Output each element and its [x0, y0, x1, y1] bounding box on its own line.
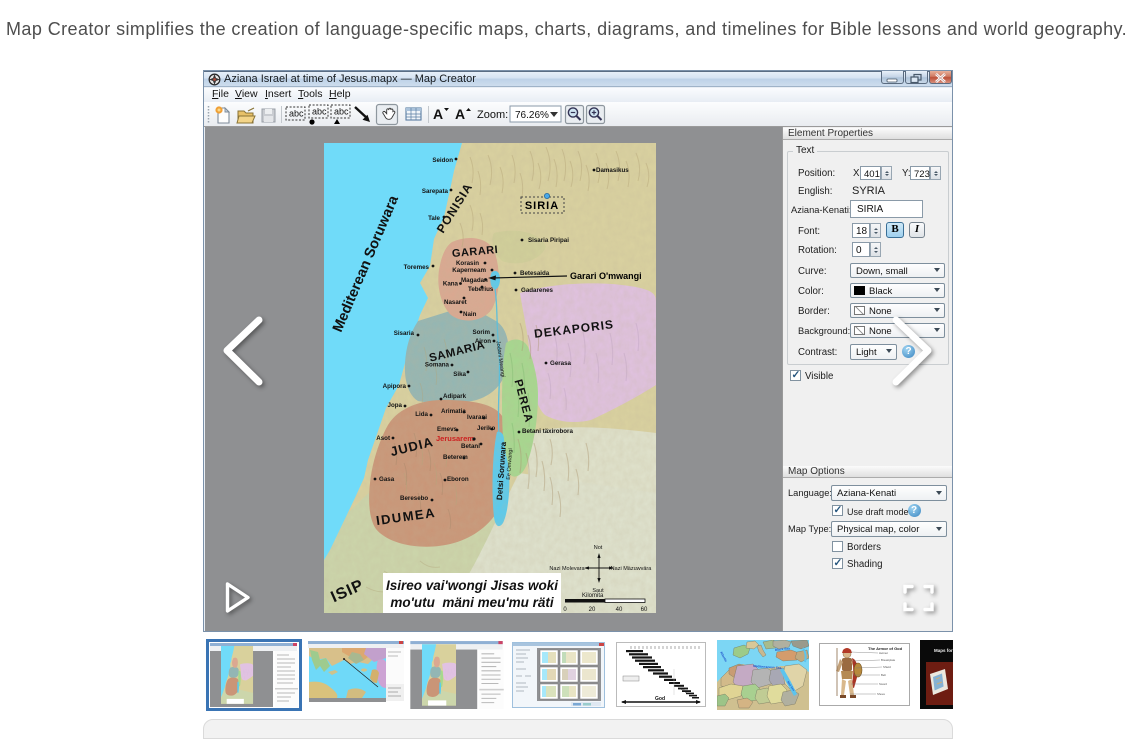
- svg-text:Asot: Asot: [376, 435, 390, 442]
- svg-text:Gerasa: Gerasa: [550, 360, 572, 367]
- svg-text:Lida: Lida: [415, 411, 428, 418]
- svg-text:Shield: Shield: [883, 665, 891, 669]
- svg-text:Kilomita: Kilomita: [582, 593, 604, 599]
- svg-text:Shoes: Shoes: [877, 692, 886, 696]
- svg-text:Nasaret: Nasaret: [444, 299, 467, 306]
- svg-text:A: A: [455, 106, 465, 122]
- svg-text:Nain: Nain: [463, 311, 477, 318]
- svg-text:60: 60: [641, 607, 648, 613]
- svg-text:Helmet: Helmet: [879, 651, 888, 655]
- svg-text:Sorim: Sorim: [472, 329, 490, 336]
- svg-text:Korasin: Korasin: [456, 260, 479, 267]
- svg-text:Damasikus: Damasikus: [596, 167, 629, 174]
- svg-text:abc: abc: [334, 107, 349, 117]
- svg-text:Kana: Kana: [443, 281, 459, 288]
- svg-text:Belt: Belt: [881, 673, 886, 677]
- svg-text:Sword: Sword: [879, 682, 887, 686]
- svg-text:Not: Not: [594, 545, 603, 551]
- svg-text:Breastplate: Breastplate: [881, 658, 896, 662]
- svg-text:Gadarenes: Gadarenes: [521, 287, 554, 294]
- svg-text:Seidon: Seidon: [432, 157, 453, 164]
- svg-text:Betani: Betani: [461, 443, 480, 450]
- svg-text:abc: abc: [312, 107, 327, 117]
- svg-text:Betani täxirobora: Betani täxirobora: [522, 428, 573, 435]
- svg-text:Nazi Mäzuwvära: Nazi Mäzuwvära: [611, 566, 653, 572]
- svg-text:SIRIA: SIRIA: [525, 200, 559, 212]
- svg-text:mo'utu mäni meu'mu räti: mo'utu mäni meu'mu räti: [390, 595, 553, 610]
- svg-text:Emevs: Emevs: [437, 426, 458, 433]
- svg-text:Sisaria: Sisaria: [394, 330, 415, 337]
- svg-text:Gasa: Gasa: [379, 476, 395, 483]
- svg-text:20: 20: [589, 607, 596, 613]
- svg-text:Jerusarem: Jerusarem: [436, 434, 474, 443]
- svg-text:Adipark: Adipark: [443, 393, 467, 400]
- svg-text:Maps for: Maps for: [934, 648, 953, 653]
- svg-text:Betesaida: Betesaida: [520, 270, 550, 277]
- svg-text:Magadan: Magadan: [461, 277, 488, 284]
- svg-text:Jopa: Jopa: [388, 402, 403, 409]
- svg-text:Kaperneam: Kaperneam: [452, 267, 486, 274]
- svg-text:Sika: Sika: [453, 371, 466, 378]
- svg-text:Arimatia: Arimatia: [441, 408, 466, 415]
- svg-text:40: 40: [616, 607, 623, 613]
- svg-text:Sarepata: Sarepata: [422, 188, 449, 195]
- svg-text:Sisaria Piripai: Sisaria Piripai: [528, 237, 569, 244]
- svg-text:Garari O'mwangi: Garari O'mwangi: [570, 271, 642, 281]
- svg-text:A: A: [433, 106, 443, 122]
- svg-text:abc: abc: [289, 109, 304, 119]
- svg-text:God: God: [655, 696, 665, 702]
- svg-text:76.26%: 76.26%: [515, 110, 549, 121]
- svg-text:Beresebo: Beresebo: [400, 495, 428, 502]
- svg-text:Zoom:: Zoom:: [477, 109, 508, 121]
- svg-text:Toremes: Toremes: [404, 264, 430, 271]
- svg-text:Eboron: Eboron: [447, 476, 469, 483]
- svg-text:Apipora: Apipora: [383, 383, 407, 390]
- svg-text:Nazi Molevara: Nazi Molevara: [549, 566, 585, 572]
- svg-text:Isireo vai'wongi Jisas woki: Isireo vai'wongi Jisas woki: [386, 578, 558, 593]
